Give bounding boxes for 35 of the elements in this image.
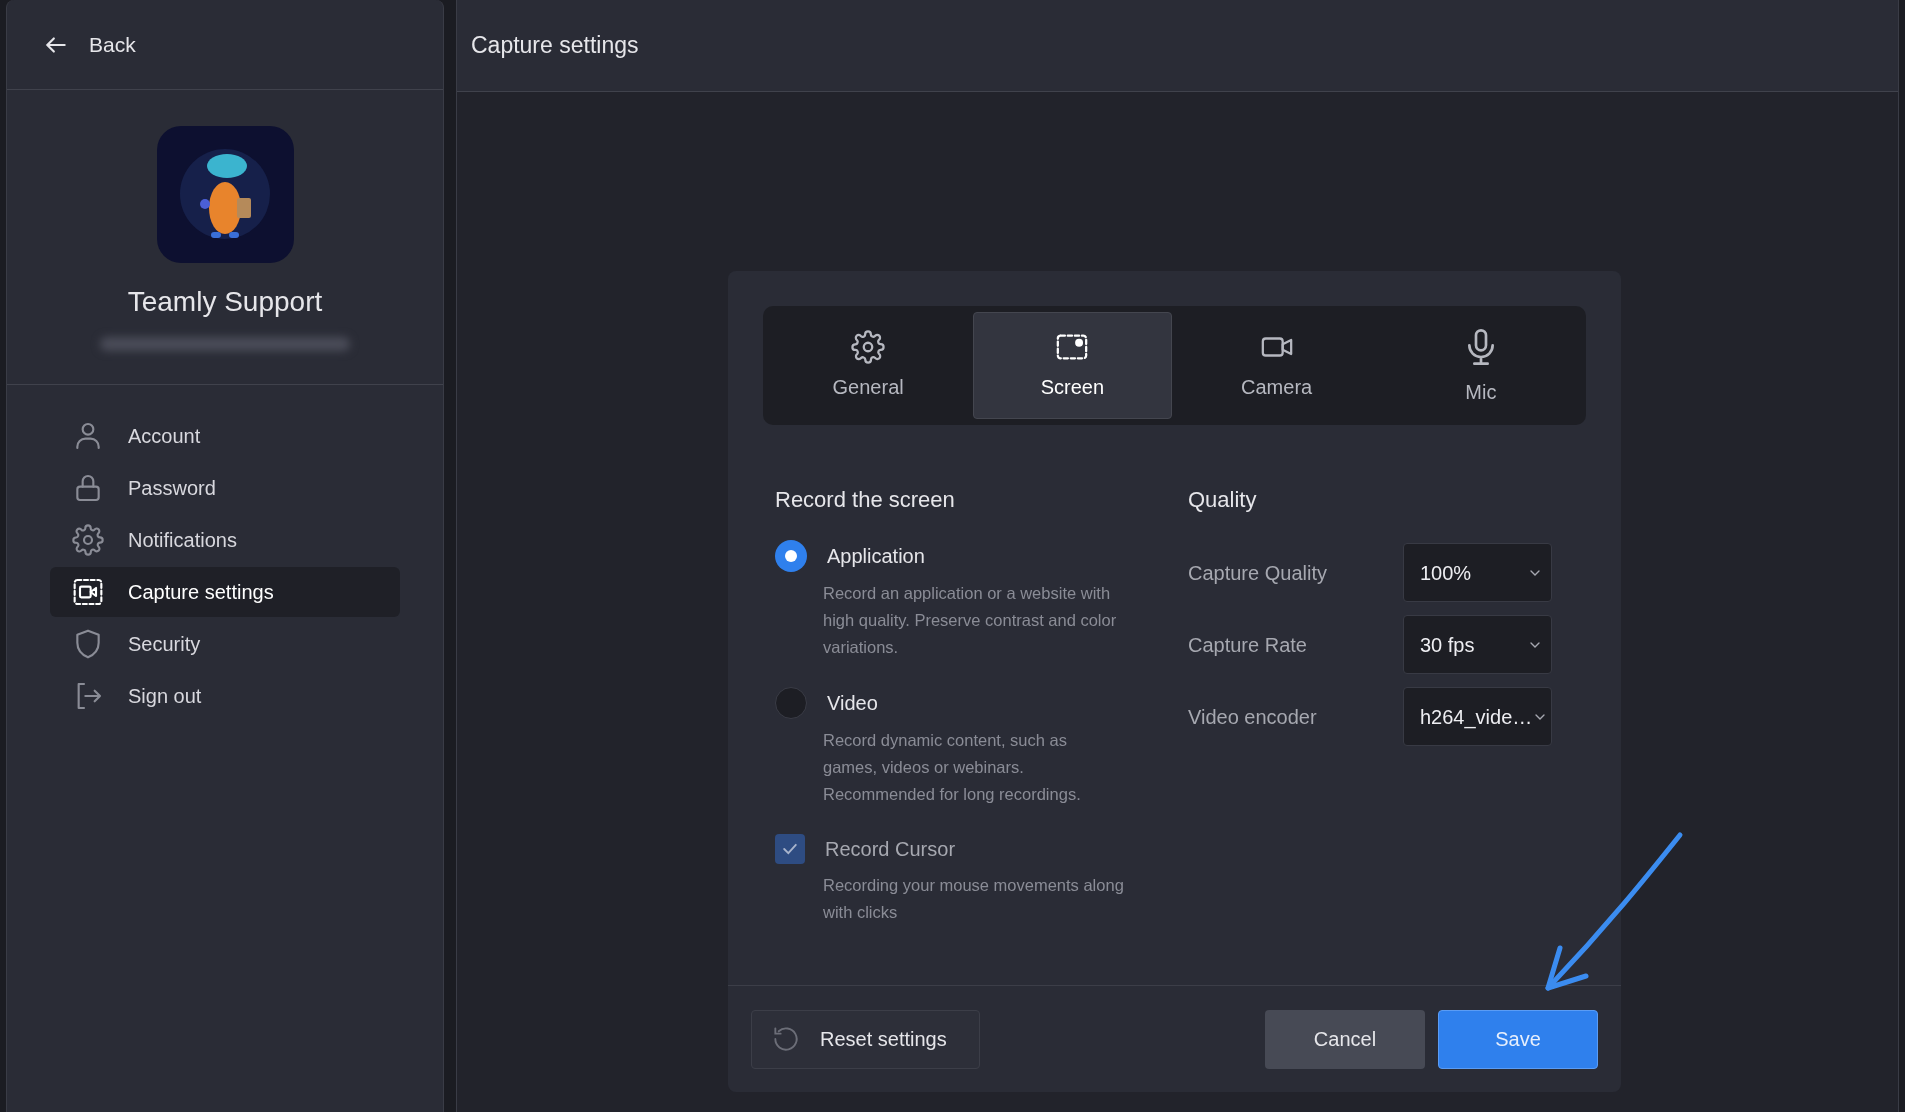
sidebar-item[interactable]: Notifications — [50, 515, 400, 565]
page-title: Capture settings — [471, 31, 639, 61]
dropdown[interactable]: h264_vide… — [1403, 687, 1552, 746]
tab[interactable]: Mic — [1381, 312, 1580, 419]
tab[interactable]: Screen — [973, 312, 1172, 419]
option-description: Recording your mouse movements along with clicks — [822, 875, 1125, 923]
field-label: Capture Quality — [1188, 560, 1328, 586]
field-label: Capture Rate — [1188, 632, 1308, 658]
option-label: Record Cursor — [825, 837, 956, 862]
reset-settings-button[interactable]: Reset settings — [751, 1009, 980, 1069]
section-heading: Quality — [1188, 486, 1258, 514]
cancel-button[interactable]: Cancel — [1265, 1009, 1425, 1069]
dropdown[interactable]: 100% — [1403, 543, 1552, 602]
sidebar-item[interactable]: Password — [50, 463, 400, 513]
video-capture-icon — [72, 576, 104, 608]
field-label: Video encoder — [1188, 704, 1318, 730]
radio-button[interactable] — [775, 687, 807, 719]
dropdown[interactable]: 30 fps — [1403, 615, 1552, 674]
profile-name: Teamly Support — [127, 285, 323, 319]
back-button[interactable]: Back — [43, 28, 136, 61]
option-label: Video — [827, 691, 878, 716]
section-heading: Record the screen — [775, 486, 956, 514]
sidebar-item[interactable]: Security — [50, 619, 400, 669]
option-description: Record an application or a website with high quality. Preserve contrast and color variations. — [822, 583, 1118, 658]
radio-button[interactable] — [775, 540, 807, 572]
sidebar-item[interactable]: Sign out — [50, 671, 400, 721]
settings-icon — [72, 524, 104, 556]
sidebar-item[interactable]: Account — [50, 411, 400, 461]
sidebar-item[interactable]: Capture settings — [50, 567, 400, 617]
tab[interactable]: General — [769, 312, 968, 419]
option-label: Application — [827, 544, 925, 569]
tab[interactable]: Camera — [1177, 312, 1376, 419]
checkbox[interactable] — [775, 834, 805, 864]
option-description: Record dynamic content, such as games, videos or webinars. Recommended for long recordings. — [822, 730, 1082, 805]
settings-icon — [851, 329, 886, 364]
